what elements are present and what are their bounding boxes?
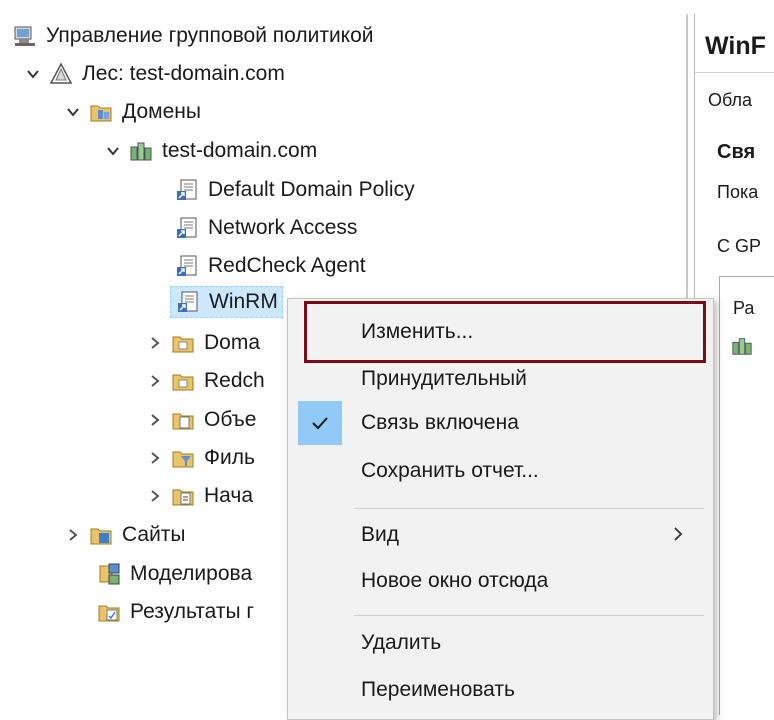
tree-forest-label: Лес: test-domain.com xyxy=(82,62,285,85)
menu-item-label: Вид xyxy=(361,523,399,546)
chevron-right-icon xyxy=(672,522,684,548)
tree-forest[interactable]: Лес: test-domain.com xyxy=(24,58,285,90)
chevron-right-icon[interactable] xyxy=(146,449,164,467)
tree-gpo-link[interactable]: Default Domain Policy xyxy=(174,174,415,206)
gpo-label: Network Access xyxy=(208,216,358,239)
tab-scope[interactable]: Обла xyxy=(708,90,752,111)
ou-label: Redch xyxy=(204,369,265,392)
forest-icon xyxy=(48,61,74,87)
menu-item-label: Переименовать xyxy=(361,678,515,701)
chevron-down-icon[interactable] xyxy=(24,65,42,83)
chevron-right-icon[interactable] xyxy=(146,334,164,352)
sites-label: Сайты xyxy=(122,523,186,546)
tree-wmi-filters[interactable]: Филь xyxy=(146,442,255,474)
tree-gpo-link[interactable]: RedCheck Agent xyxy=(174,250,366,282)
tree-modeling[interactable]: Моделирова xyxy=(96,558,252,590)
gpo-objects-folder-icon xyxy=(170,407,196,433)
menu-item-link-enabled[interactable]: Связь включена xyxy=(288,401,708,445)
menu-item-view[interactable]: Вид xyxy=(288,513,708,557)
gpm-console-icon xyxy=(12,23,38,49)
chevron-right-icon[interactable] xyxy=(64,526,82,544)
ou-label: Doma xyxy=(204,331,261,354)
context-menu: Изменить... Принудительный Связь включен… xyxy=(287,298,714,720)
filter-folder-icon xyxy=(170,445,196,471)
starter-gpos-label: Нача xyxy=(204,484,254,507)
checkmark-icon xyxy=(298,401,342,445)
domain-icon xyxy=(128,138,154,164)
details-header: WinF xyxy=(695,14,774,62)
menu-item-delete[interactable]: Удалить xyxy=(288,621,708,665)
gpo-objects-label: Объе xyxy=(204,408,257,431)
links-caption: Пока xyxy=(717,182,759,202)
ou-folder-icon xyxy=(170,368,196,394)
gpo-link-icon xyxy=(174,253,200,279)
chevron-down-icon[interactable] xyxy=(64,103,82,121)
menu-item-label: Новое окно отсюда xyxy=(361,569,549,592)
tree-gpo-link-selected[interactable]: WinRM xyxy=(170,286,283,318)
gpo-link-icon xyxy=(175,289,201,315)
gpo-label: Default Domain Policy xyxy=(208,178,415,201)
tree-root[interactable]: Управление групповой политикой xyxy=(12,20,374,52)
tree-domain-label: test-domain.com xyxy=(162,139,318,162)
tree-ou[interactable]: Redch xyxy=(146,365,265,397)
details-title: WinF xyxy=(705,32,766,60)
tree-domains[interactable]: Домены xyxy=(64,96,201,128)
gpo-label: WinRM xyxy=(209,290,278,313)
domain-icon xyxy=(731,335,753,362)
results-label: Результаты г xyxy=(130,600,255,623)
links-heading: Свя xyxy=(717,141,756,163)
chevron-down-icon[interactable] xyxy=(104,142,122,160)
sites-folder-icon xyxy=(88,522,114,548)
menu-item-rename[interactable]: Переименовать xyxy=(288,668,708,712)
tree-results[interactable]: Результаты г xyxy=(96,596,254,628)
links-column-header[interactable]: Ра xyxy=(733,298,754,319)
wmi-filters-label: Филь xyxy=(204,446,255,469)
tree-starter-gpos[interactable]: Нача xyxy=(146,480,253,512)
tree-domains-label: Домены xyxy=(122,100,201,123)
ou-folder-icon xyxy=(170,330,196,356)
menu-item-new-window[interactable]: Новое окно отсюда xyxy=(288,559,708,603)
gpo-link-icon xyxy=(174,215,200,241)
highlight-frame xyxy=(304,301,706,363)
tree-domain[interactable]: test-domain.com xyxy=(104,135,317,167)
domains-folder-icon xyxy=(88,99,114,125)
results-icon xyxy=(96,599,122,625)
starter-gpo-folder-icon xyxy=(170,483,196,509)
gpo-label: RedCheck Agent xyxy=(208,254,366,277)
menu-item-label: Удалить xyxy=(361,631,442,654)
chevron-right-icon[interactable] xyxy=(146,372,164,390)
links-caption-2: C GP xyxy=(717,236,762,256)
chevron-right-icon[interactable] xyxy=(146,411,164,429)
tree-ou[interactable]: Doma xyxy=(146,327,260,359)
tree-sites[interactable]: Сайты xyxy=(64,519,186,551)
gpo-link-icon xyxy=(174,177,200,203)
menu-item-save-report[interactable]: Сохранить отчет... xyxy=(288,449,708,493)
menu-item-enforced[interactable]: Принудительный xyxy=(288,357,708,401)
modeling-icon xyxy=(96,561,122,587)
menu-separator xyxy=(354,508,704,509)
menu-item-label: Принудительный xyxy=(361,367,527,390)
menu-item-label: Связь включена xyxy=(361,411,519,434)
menu-separator xyxy=(354,615,704,616)
modeling-label: Моделирова xyxy=(130,562,253,585)
menu-item-label: Сохранить отчет... xyxy=(361,459,539,482)
tree-gpo-link[interactable]: Network Access xyxy=(174,212,357,244)
tree-root-label: Управление групповой политикой xyxy=(46,24,374,47)
tree-gpo-objects[interactable]: Объе xyxy=(146,404,256,436)
chevron-right-icon[interactable] xyxy=(146,487,164,505)
